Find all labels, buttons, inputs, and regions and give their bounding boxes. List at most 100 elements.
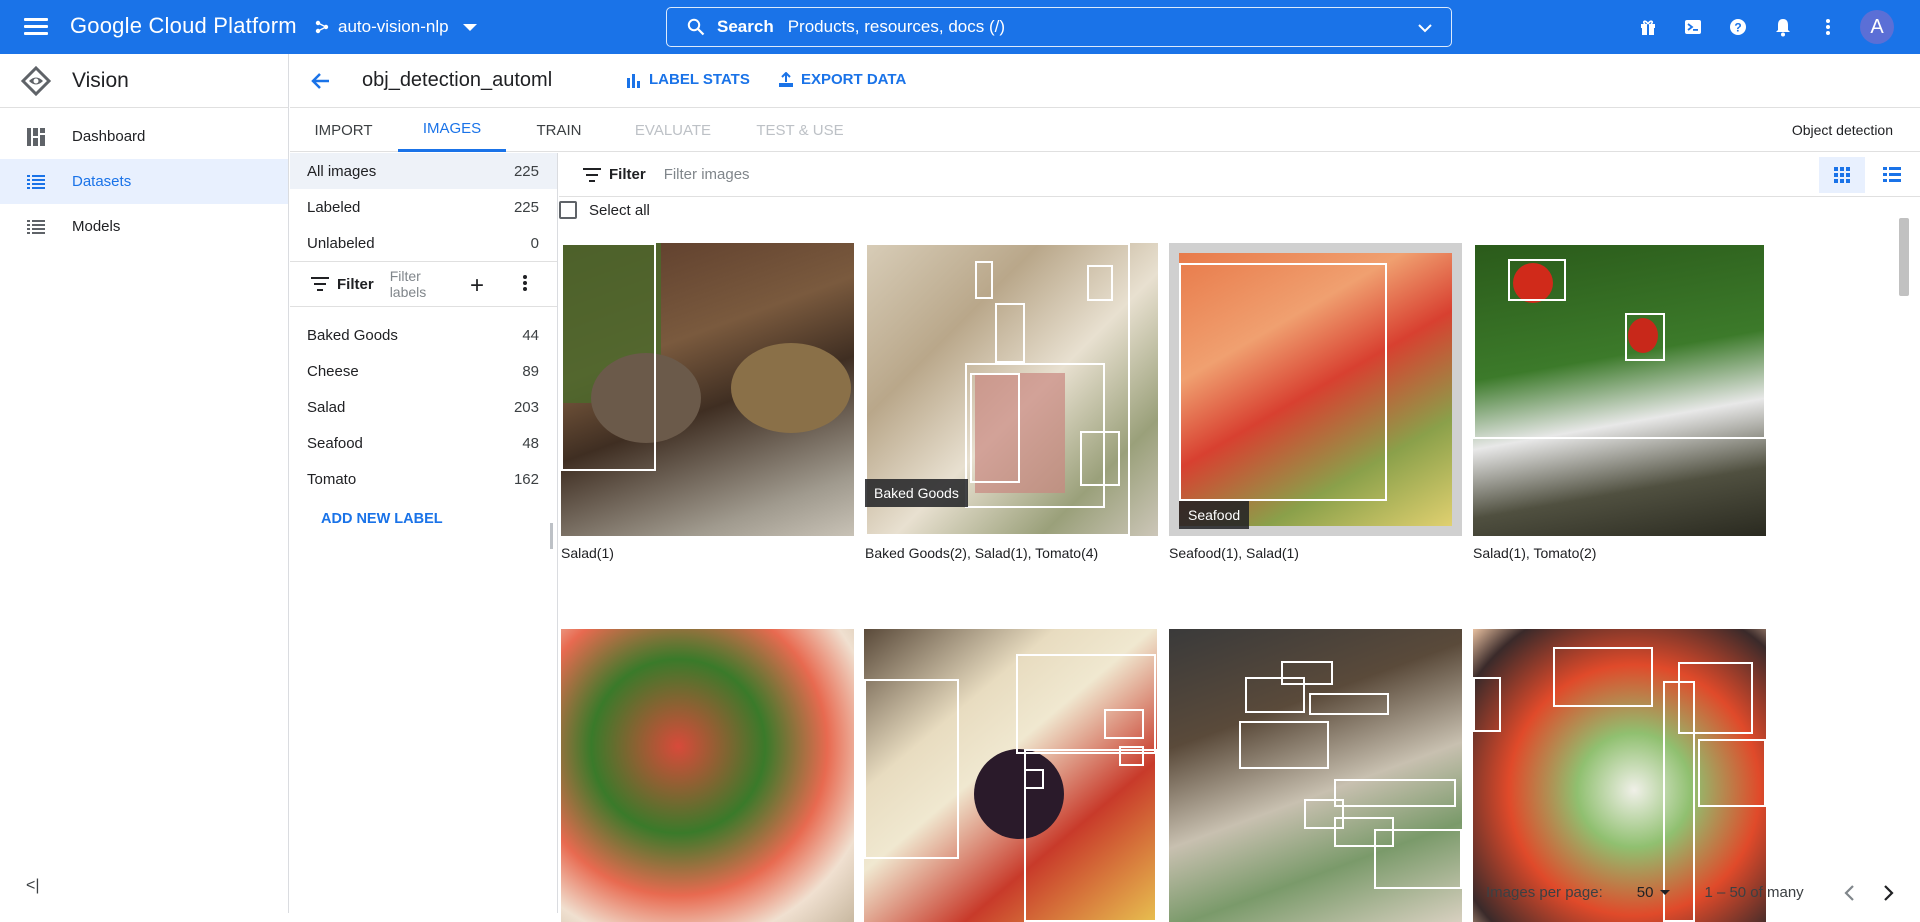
filter-label: Filter [337,275,374,293]
filter-icon [311,277,329,291]
label-item-tomato[interactable]: Tomato 162 [290,461,557,497]
nav-item-models[interactable]: Models [0,204,288,249]
scrollbar-thumb[interactable] [1899,218,1909,296]
dashboard-icon [26,127,46,147]
export-data-label: EXPORT DATA [801,71,907,88]
chevron-down-icon [462,23,477,31]
top-bar: Google Cloud Platform auto-vision-nlp Se… [0,0,1920,54]
label-tooltip: Baked Goods [865,479,968,507]
back-arrow-icon[interactable] [308,68,334,94]
label-item-cheese[interactable]: Cheese 89 [290,353,557,389]
image-tile[interactable]: Seafood [1169,243,1462,536]
nav-item-label: Models [72,218,121,235]
tab-train[interactable]: TRAIN [506,108,612,152]
label-stats-label: LABEL STATS [649,71,750,88]
filter-count: 225 [513,162,539,180]
notifications-icon[interactable] [1760,0,1805,54]
tab-images[interactable]: IMAGES [398,108,506,152]
image-tile[interactable]: Baked Goods [865,243,1158,536]
label-count: 48 [522,434,539,452]
filter-count: 225 [513,198,539,216]
image-tile[interactable] [864,629,1157,922]
filter-label: Unlabeled [307,234,375,252]
product-header: Vision [0,54,288,108]
label-name: Salad [307,398,346,416]
checkbox[interactable] [559,201,577,219]
collapse-nav-button[interactable]: <| [26,877,40,895]
export-icon [779,71,793,87]
label-filter-input[interactable]: Filter labels [390,268,460,300]
nav-item-label: Datasets [72,173,132,190]
nav-item-datasets[interactable]: Datasets [0,159,288,204]
page-range: 1 – 50 of many [1704,884,1804,901]
label-tooltip: Seafood [1179,501,1250,529]
more-vert-icon[interactable] [522,274,528,292]
tab-evaluate: EVALUATE [634,121,712,139]
chevron-left-icon [1844,884,1854,901]
label-item-salad[interactable]: Salad 203 [290,389,557,425]
grid-view-icon [1834,167,1850,183]
model-type-label: Object detection [1791,122,1893,138]
panel-resize-handle[interactable] [550,523,553,549]
gift-icon[interactable] [1625,0,1670,54]
add-new-label-button[interactable]: ADD NEW LABEL [321,511,557,527]
per-page-value: 50 [1636,884,1654,901]
image-tile[interactable] [561,629,854,922]
filter-label: Filter [609,166,646,183]
image-tile[interactable] [1169,629,1462,922]
image-filter-input[interactable]: Filter images [664,166,750,183]
select-all-checkbox[interactable]: Select all [559,201,650,219]
image-caption: Salad(1) [561,545,614,561]
export-data-button[interactable]: EXPORT DATA [778,71,906,88]
image-tile[interactable] [1473,243,1766,536]
tab-import[interactable]: IMPORT [290,108,397,152]
filter-labeled[interactable]: Labeled 225 [290,189,557,225]
search-label: Search [717,17,774,36]
help-icon[interactable]: ? [1715,0,1760,54]
images-per-page-label: Images per page: [1486,884,1603,901]
project-icon [315,20,329,34]
add-icon[interactable]: + [470,272,484,300]
grid-view-button[interactable] [1819,157,1865,193]
label-stats-button[interactable]: LABEL STATS [626,71,750,88]
prev-page-button[interactable] [1834,878,1864,908]
search-input[interactable]: Search Products, resources, docs (/) [666,7,1452,47]
chevron-down-icon[interactable] [1415,18,1435,38]
label-name: Tomato [307,470,357,488]
project-name: auto-vision-nlp [338,17,449,36]
image-caption: Baked Goods(2), Salad(1), Tomato(4) [865,545,1099,561]
vision-logo-icon [20,65,52,96]
project-selector[interactable]: auto-vision-nlp [314,12,477,42]
label-name: Cheese [307,362,359,380]
label-count: 162 [513,470,539,488]
cloud-shell-icon[interactable] [1670,0,1715,54]
label-filter-panel: All images 225 Labeled 225 Unlabeled 0 F… [290,153,558,913]
image-grid-area: Filter Filter images Select all Salad(1)… [559,153,1920,922]
filter-all-images[interactable]: All images 225 [290,153,557,189]
nav-item-dashboard[interactable]: Dashboard [0,114,288,159]
label-list: Baked Goods 44 Cheese 89 Salad 203 Seafo… [290,307,557,497]
dataset-header: obj_detection_automl LABEL STATS EXPORT … [290,54,1920,108]
label-count: 89 [522,362,539,380]
list-view-button[interactable] [1869,157,1915,193]
next-page-button[interactable] [1874,878,1904,908]
filter-count: 0 [530,234,539,252]
vertical-scrollbar[interactable] [1895,200,1911,872]
brand-title[interactable]: Google Cloud Platform [70,13,297,39]
label-item-baked-goods[interactable]: Baked Goods 44 [290,317,557,353]
list-icon [26,172,46,192]
chevron-right-icon [1883,884,1894,901]
pagination-bar: Images per page: 50 1 – 50 of many [1480,872,1920,913]
more-vert-icon[interactable] [1805,0,1850,54]
image-tile[interactable] [561,243,854,536]
filter-unlabeled[interactable]: Unlabeled 0 [290,225,557,261]
dataset-tabs: IMPORT IMAGES TRAIN EVALUATE TEST & USE … [290,108,1920,152]
filter-label: Labeled [307,198,361,216]
search-placeholder: Products, resources, docs (/) [787,17,1006,36]
avatar[interactable]: A [1860,10,1894,44]
label-item-seafood[interactable]: Seafood 48 [290,425,557,461]
filter-icon [583,167,601,182]
dataset-name: obj_detection_automl [362,69,553,91]
main-menu-button[interactable] [22,14,50,40]
images-per-page-select[interactable]: 50 [1637,884,1671,901]
